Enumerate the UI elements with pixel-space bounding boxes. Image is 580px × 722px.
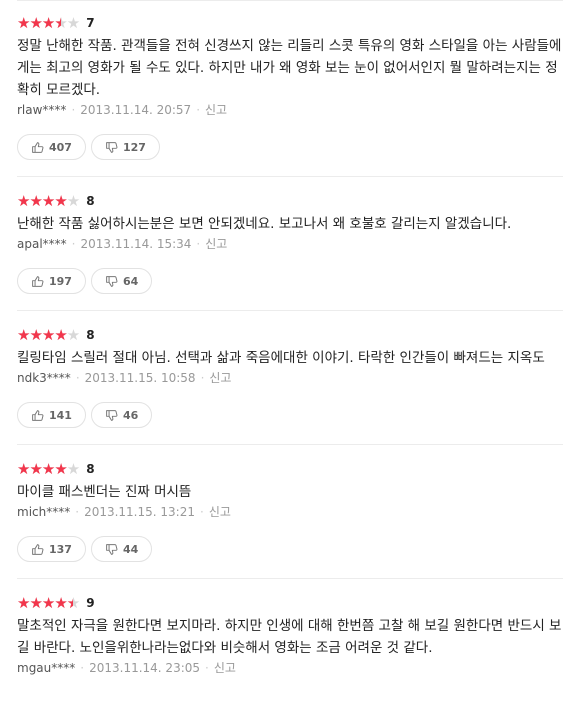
review-item: ★★★★★ ★★★★★ 8 난해한 작품 싫어하시는분은 보면 안되겠네요. 보…: [17, 177, 563, 311]
score-value: 7: [86, 16, 95, 30]
like-count: 137: [49, 542, 72, 556]
like-button[interactable]: 137: [17, 536, 86, 562]
rating-row: ★★★★★ ★★★★★ 7: [17, 14, 563, 32]
like-button[interactable]: 141: [17, 402, 86, 428]
report-link[interactable]: 신고: [214, 661, 236, 675]
separator-dot: ·: [199, 505, 204, 519]
review-meta: ndk3**** · 2013.11.15. 10:58 · 신고: [17, 369, 563, 387]
dislike-count: 127: [122, 140, 146, 154]
review-date: 2013.11.14. 23:05: [89, 661, 201, 675]
dislike-button[interactable]: 46: [90, 402, 153, 428]
reviewer-id[interactable]: apal****: [17, 237, 67, 251]
separator-dot: ·: [80, 661, 85, 675]
score-value: 9: [86, 596, 95, 610]
star-rating-fill: ★★★★★: [17, 326, 67, 344]
rating-row: ★★★★★ ★★★★★ 8: [17, 192, 563, 210]
separator-dot: ·: [75, 371, 80, 385]
review-date: 2013.11.15. 10:58: [84, 371, 196, 385]
star-rating: ★★★★★ ★★★★★: [17, 326, 80, 344]
separator-dot: ·: [205, 661, 209, 675]
review-meta: rlaw**** · 2013.11.14. 20:57 · 신고: [17, 101, 563, 119]
review-date: 2013.11.14. 20:57: [80, 103, 192, 117]
review-text: 정말 난해한 작품. 관객들을 전혀 신경쓰지 않는 리들리 스콧 특유의 영화…: [17, 38, 562, 98]
score-value: 8: [86, 194, 95, 208]
review-list: ★★★★★ ★★★★★ 7 정말 난해한 작품. 관객들을 전혀 신경쓰지 않는…: [0, 0, 580, 693]
rating-row: ★★★★★ ★★★★★ 8: [17, 326, 563, 344]
separator-dot: ·: [71, 237, 76, 251]
thumbs-up-icon: [32, 141, 44, 153]
report-link[interactable]: 신고: [205, 103, 227, 117]
reaction-buttons: 137 44: [17, 536, 563, 562]
star-rating: ★★★★★ ★★★★★: [17, 594, 80, 612]
review-item: ★★★★★ ★★★★★ 9 말초적인 자극을 원한다면 보지마라. 하지만 인생…: [17, 579, 563, 693]
reviewer-id[interactable]: mich****: [17, 505, 70, 519]
separator-dot: ·: [200, 371, 205, 385]
review-item: ★★★★★ ★★★★★ 8 마이클 패스벤더는 진짜 머시뜸 mich**** ·…: [17, 445, 563, 579]
dislike-button[interactable]: 64: [90, 268, 153, 294]
thumbs-down-icon: [106, 409, 118, 421]
separator-dot: ·: [71, 103, 76, 117]
reviewer-id[interactable]: ndk3****: [17, 371, 71, 385]
thumbs-down-icon: [106, 141, 118, 153]
dislike-button[interactable]: 44: [90, 536, 153, 562]
like-button[interactable]: 407: [17, 134, 86, 160]
thumbs-up-icon: [32, 543, 44, 555]
review-date: 2013.11.15. 13:21: [84, 505, 195, 519]
like-count: 407: [49, 140, 72, 154]
separator-dot: ·: [196, 237, 201, 251]
dislike-button[interactable]: 127: [90, 134, 160, 160]
review-text: 킬링타임 스릴러 절대 아님. 선택과 삶과 죽음에대한 이야기. 타락한 인간…: [17, 350, 545, 366]
star-rating: ★★★★★ ★★★★★: [17, 192, 80, 210]
review-meta: mgau**** · 2013.11.14. 23:05 · 신고: [17, 659, 563, 677]
star-rating: ★★★★★ ★★★★★: [17, 460, 80, 478]
dislike-count: 44: [122, 542, 139, 556]
reviewer-id[interactable]: mgau****: [17, 661, 75, 675]
thumbs-up-icon: [32, 275, 44, 287]
star-rating-fill: ★★★★★: [17, 14, 61, 32]
report-link[interactable]: 신고: [209, 505, 231, 519]
report-link[interactable]: 신고: [205, 237, 227, 251]
review-item: ★★★★★ ★★★★★ 8 킬링타임 스릴러 절대 아님. 선택과 삶과 죽음에…: [17, 311, 563, 445]
review-date: 2013.11.14. 15:34: [80, 237, 192, 251]
score-value: 8: [86, 462, 95, 476]
reaction-buttons: 141 46: [17, 402, 563, 428]
star-rating-fill: ★★★★★: [17, 594, 73, 612]
report-link[interactable]: 신고: [209, 371, 231, 385]
reaction-buttons: 407 127: [17, 134, 563, 160]
reaction-buttons: 197 64: [17, 268, 563, 294]
review-meta: mich**** · 2013.11.15. 13:21 · 신고: [17, 503, 563, 521]
review-item: ★★★★★ ★★★★★ 7 정말 난해한 작품. 관객들을 전혀 신경쓰지 않는…: [17, 1, 563, 177]
review-text: 마이클 패스벤더는 진짜 머시뜸: [17, 484, 192, 500]
like-button[interactable]: 197: [17, 268, 86, 294]
separator-dot: ·: [75, 505, 80, 519]
rating-row: ★★★★★ ★★★★★ 8: [17, 460, 563, 478]
review-text: 난해한 작품 싫어하시는분은 보면 안되겠네요. 보고나서 왜 호불호 갈리는지…: [17, 216, 512, 232]
thumbs-up-icon: [32, 409, 44, 421]
like-count: 197: [49, 274, 72, 288]
thumbs-down-icon: [106, 543, 118, 555]
review-text: 말초적인 자극을 원한다면 보지마라. 하지만 인생에 대해 한번쯤 고찰 해 …: [17, 618, 562, 656]
star-rating-fill: ★★★★★: [17, 460, 67, 478]
thumbs-down-icon: [106, 275, 118, 287]
star-rating: ★★★★★ ★★★★★: [17, 14, 80, 32]
score-value: 8: [86, 328, 95, 342]
dislike-count: 46: [122, 408, 139, 422]
review-meta: apal**** · 2013.11.14. 15:34 · 신고: [17, 235, 563, 253]
reviewer-id[interactable]: rlaw****: [17, 103, 66, 117]
separator-dot: ·: [196, 103, 201, 117]
dislike-count: 64: [122, 274, 139, 288]
like-count: 141: [49, 408, 72, 422]
star-rating-fill: ★★★★★: [17, 192, 67, 210]
rating-row: ★★★★★ ★★★★★ 9: [17, 594, 563, 612]
